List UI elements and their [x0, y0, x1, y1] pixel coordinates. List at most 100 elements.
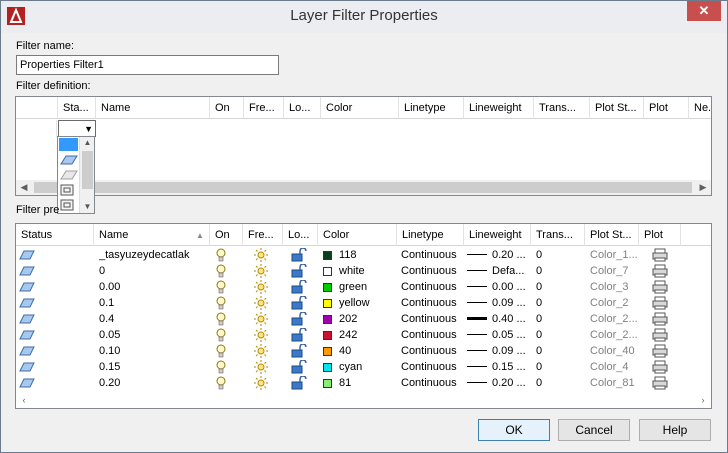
- dropdown-vertical-scrollbar[interactable]: ▲ ▼: [79, 137, 94, 213]
- sun-icon[interactable]: [254, 376, 268, 390]
- definition-horizontal-scrollbar[interactable]: ◀ ▶: [16, 180, 711, 195]
- printer-icon[interactable]: [652, 328, 668, 342]
- ok-button[interactable]: OK: [478, 419, 550, 441]
- preview-column-header[interactable]: Name: [94, 224, 210, 246]
- unlock-icon[interactable]: [291, 312, 307, 326]
- preview-column-header[interactable]: Plot: [639, 224, 681, 246]
- preview-column-header[interactable]: On: [210, 224, 243, 246]
- sun-icon[interactable]: [254, 328, 268, 342]
- lightbulb-icon[interactable]: [216, 248, 226, 262]
- definition-column-header[interactable]: On: [210, 97, 244, 119]
- chevron-down-icon[interactable]: ▼: [84, 121, 93, 136]
- preview-column-header[interactable]: Plot St...: [585, 224, 639, 246]
- printer-icon[interactable]: [652, 312, 668, 326]
- scroll-right-icon[interactable]: ▶: [695, 180, 711, 195]
- sun-icon[interactable]: [254, 344, 268, 358]
- printer-icon[interactable]: [652, 344, 668, 358]
- lightbulb-icon[interactable]: [216, 328, 226, 342]
- preview-column-header[interactable]: Status: [16, 224, 94, 246]
- layer-row[interactable]: 0.00 green Continuous 0.00 ... 0 Color_3: [16, 279, 711, 295]
- filter-preview-grid[interactable]: Status Name On Fre... Lo... Color Linetype Line…: [15, 223, 712, 409]
- layer-row[interactable]: 0.15 cyan Continuous 0.15 ... 0 Color_4: [16, 359, 711, 375]
- lightbulb-icon[interactable]: [216, 344, 226, 358]
- layer-group-icon[interactable]: [60, 184, 74, 196]
- unlock-icon[interactable]: [291, 248, 307, 262]
- printer-icon[interactable]: [652, 264, 668, 278]
- definition-column-header[interactable]: Lo...: [284, 97, 321, 119]
- unlock-icon[interactable]: [291, 360, 307, 374]
- sun-icon[interactable]: [254, 360, 268, 374]
- layer-row[interactable]: _tasyuzeydecatlak 118 Continuous 0.20 ... 0 C…: [16, 247, 711, 263]
- sun-icon[interactable]: [254, 296, 268, 310]
- printer-icon[interactable]: [652, 248, 668, 262]
- printer-icon[interactable]: [652, 296, 668, 310]
- printer-icon[interactable]: [652, 280, 668, 294]
- preview-column-header[interactable]: Trans...: [531, 224, 585, 246]
- status-option-selected[interactable]: [59, 138, 78, 151]
- layer-row[interactable]: 0.4 202 Continuous 0.40 ... 0 Color_2...: [16, 311, 711, 327]
- help-button[interactable]: Help: [639, 419, 711, 441]
- scroll-left-icon[interactable]: ‹: [16, 393, 32, 408]
- layer-row[interactable]: 0.20 81 Continuous 0.20 ... 0 Color_81: [16, 375, 711, 391]
- preview-column-header[interactable]: Linetype: [397, 224, 464, 246]
- layer-row[interactable]: 0 white Continuous Defa... 0 Color_7: [16, 263, 711, 279]
- sun-icon[interactable]: [254, 264, 268, 278]
- color-swatch[interactable]: [323, 363, 332, 372]
- definition-column-header[interactable]: Name: [96, 97, 210, 119]
- cancel-button[interactable]: Cancel: [558, 419, 630, 441]
- printer-icon[interactable]: [652, 376, 668, 390]
- scroll-up-icon[interactable]: ▲: [80, 137, 95, 149]
- layer-status-icon[interactable]: [60, 155, 78, 165]
- filter-definition-grid[interactable]: Sta... Name On Fre... Lo... Color Linetype Line…: [15, 96, 712, 196]
- filter-name-input[interactable]: [16, 55, 279, 75]
- definition-column-header[interactable]: Ne...: [689, 97, 711, 119]
- color-swatch[interactable]: [323, 251, 332, 260]
- status-dropdown[interactable]: ▼: [58, 120, 96, 137]
- unlock-icon[interactable]: [291, 280, 307, 294]
- unlock-icon[interactable]: [291, 264, 307, 278]
- layer-status-icon[interactable]: [60, 170, 78, 180]
- preview-column-header[interactable]: Color: [318, 224, 397, 246]
- lightbulb-icon[interactable]: [216, 376, 226, 390]
- definition-column-header[interactable]: Lineweight: [464, 97, 534, 119]
- scroll-right-icon[interactable]: ›: [695, 393, 711, 408]
- filter-definition-row[interactable]: ▼: [16, 120, 711, 137]
- lightbulb-icon[interactable]: [216, 296, 226, 310]
- color-swatch[interactable]: [323, 331, 332, 340]
- preview-column-header[interactable]: Lo...: [283, 224, 318, 246]
- layer-group-icon[interactable]: [60, 199, 74, 211]
- definition-column-header[interactable]: Color: [321, 97, 399, 119]
- unlock-icon[interactable]: [291, 344, 307, 358]
- scroll-thumb[interactable]: [34, 182, 692, 193]
- definition-column-header[interactable]: Trans...: [534, 97, 590, 119]
- definition-column-header[interactable]: Linetype: [399, 97, 464, 119]
- lightbulb-icon[interactable]: [216, 360, 226, 374]
- sun-icon[interactable]: [254, 248, 268, 262]
- layer-row[interactable]: 0.10 40 Continuous 0.09 ... 0 Color_40: [16, 343, 711, 359]
- definition-column-header[interactable]: Plot St...: [590, 97, 644, 119]
- color-swatch[interactable]: [323, 379, 332, 388]
- title-bar[interactable]: Layer Filter Properties ✕: [1, 1, 727, 33]
- color-swatch[interactable]: [323, 267, 332, 276]
- color-swatch[interactable]: [323, 347, 332, 356]
- layer-row[interactable]: 0.05 242 Continuous 0.05 ... 0 Color_2...: [16, 327, 711, 343]
- unlock-icon[interactable]: [291, 296, 307, 310]
- scroll-left-icon[interactable]: ◀: [16, 180, 32, 195]
- lightbulb-icon[interactable]: [216, 312, 226, 326]
- preview-column-header[interactable]: Fre...: [243, 224, 283, 246]
- status-dropdown-list[interactable]: ▲ ▼: [57, 136, 95, 214]
- definition-column-header[interactable]: Sta...: [58, 97, 96, 119]
- unlock-icon[interactable]: [291, 376, 307, 390]
- color-swatch[interactable]: [323, 299, 332, 308]
- definition-column-header[interactable]: Plot: [644, 97, 689, 119]
- sun-icon[interactable]: [254, 280, 268, 294]
- scroll-thumb[interactable]: [82, 151, 93, 189]
- sun-icon[interactable]: [254, 312, 268, 326]
- color-swatch[interactable]: [323, 283, 332, 292]
- unlock-icon[interactable]: [291, 328, 307, 342]
- preview-column-header[interactable]: Lineweight: [464, 224, 531, 246]
- definition-column-header[interactable]: Fre...: [244, 97, 284, 119]
- lightbulb-icon[interactable]: [216, 280, 226, 294]
- close-button[interactable]: ✕: [687, 1, 721, 21]
- layer-row[interactable]: 0.1 yellow Continuous 0.09 ... 0 Color_2: [16, 295, 711, 311]
